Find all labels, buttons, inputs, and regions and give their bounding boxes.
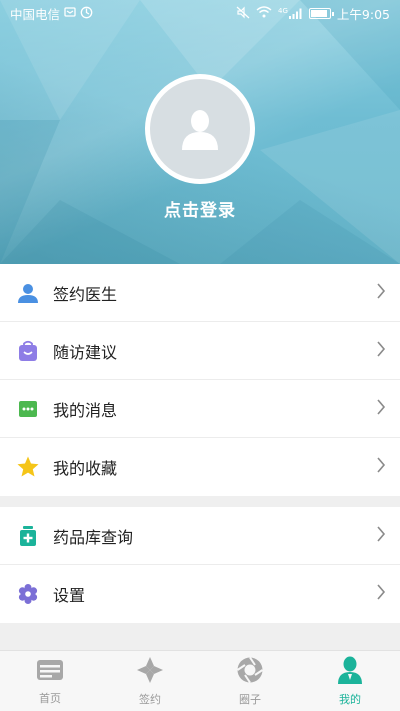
chevron-right-icon <box>376 340 386 361</box>
tab-label: 我的 <box>339 692 361 706</box>
network-type: 4G <box>278 7 288 15</box>
tab-home[interactable]: 首页 <box>0 651 100 711</box>
wifi-icon <box>256 6 272 21</box>
message-icon <box>16 397 40 421</box>
gear-icon <box>16 582 40 606</box>
sync-icon <box>80 6 93 22</box>
chevron-right-icon <box>376 398 386 419</box>
circle-icon <box>236 656 264 688</box>
tab-sign[interactable]: 签约 <box>100 651 200 711</box>
tab-label: 圈子 <box>239 692 261 706</box>
profile-icon <box>337 656 363 688</box>
menu-item-label: 我的收藏 <box>53 459 118 478</box>
person-icon <box>16 281 40 305</box>
star-icon <box>16 455 40 479</box>
battery-icon <box>308 8 334 19</box>
menu-item-my-messages[interactable]: 我的消息 <box>0 380 400 438</box>
chevron-right-icon <box>376 525 386 546</box>
menu-item-label: 设置 <box>53 586 86 605</box>
chevron-right-icon <box>376 282 386 303</box>
medicine-icon <box>16 524 40 548</box>
menu-item-followup-advice[interactable]: 随访建议 <box>0 322 400 380</box>
menu-item-label: 我的消息 <box>53 400 118 420</box>
tab-label: 签约 <box>139 692 161 706</box>
menu-group-primary: 签约医生 随访建议 我的消息 我的收藏 <box>0 264 400 496</box>
chevron-right-icon <box>376 457 386 477</box>
menu-item-label: 药品库查询 <box>53 527 134 547</box>
sign-icon <box>136 656 164 688</box>
home-icon <box>36 657 64 687</box>
menu-group-secondary: 药品库查询 设置 <box>0 507 400 623</box>
tab-mine[interactable]: 我的 <box>300 651 400 711</box>
bag-icon <box>16 339 40 363</box>
profile-header: 中国电信 4G 上午9:05 点击登录 <box>0 0 400 264</box>
login-button[interactable]: 点击登录 <box>0 196 400 221</box>
user-silhouette-icon <box>182 110 218 150</box>
carrier-name: 中国电信 <box>10 7 61 22</box>
tab-circle[interactable]: 圈子 <box>200 651 300 711</box>
notification-icon <box>64 6 76 21</box>
mute-icon <box>236 6 250 22</box>
menu-item-my-favorites[interactable]: 我的收藏 <box>0 438 400 496</box>
menu-item-label: 签约医生 <box>53 284 118 304</box>
menu-item-drug-database[interactable]: 药品库查询 <box>0 507 400 565</box>
menu-item-settings[interactable]: 设置 <box>0 565 400 623</box>
chevron-right-icon <box>376 584 386 604</box>
clock-time: 上午9:05 <box>336 7 390 22</box>
menu-item-label: 随访建议 <box>53 342 118 362</box>
menu-item-signed-doctor[interactable]: 签约医生 <box>0 264 400 322</box>
cellular-signal-icon: 4G <box>278 8 303 19</box>
bottom-tab-bar: 首页 签约 圈子 我的 <box>0 650 400 711</box>
tab-label: 首页 <box>39 691 61 705</box>
status-bar: 中国电信 4G 上午9:05 <box>0 0 400 27</box>
avatar[interactable] <box>145 74 255 184</box>
